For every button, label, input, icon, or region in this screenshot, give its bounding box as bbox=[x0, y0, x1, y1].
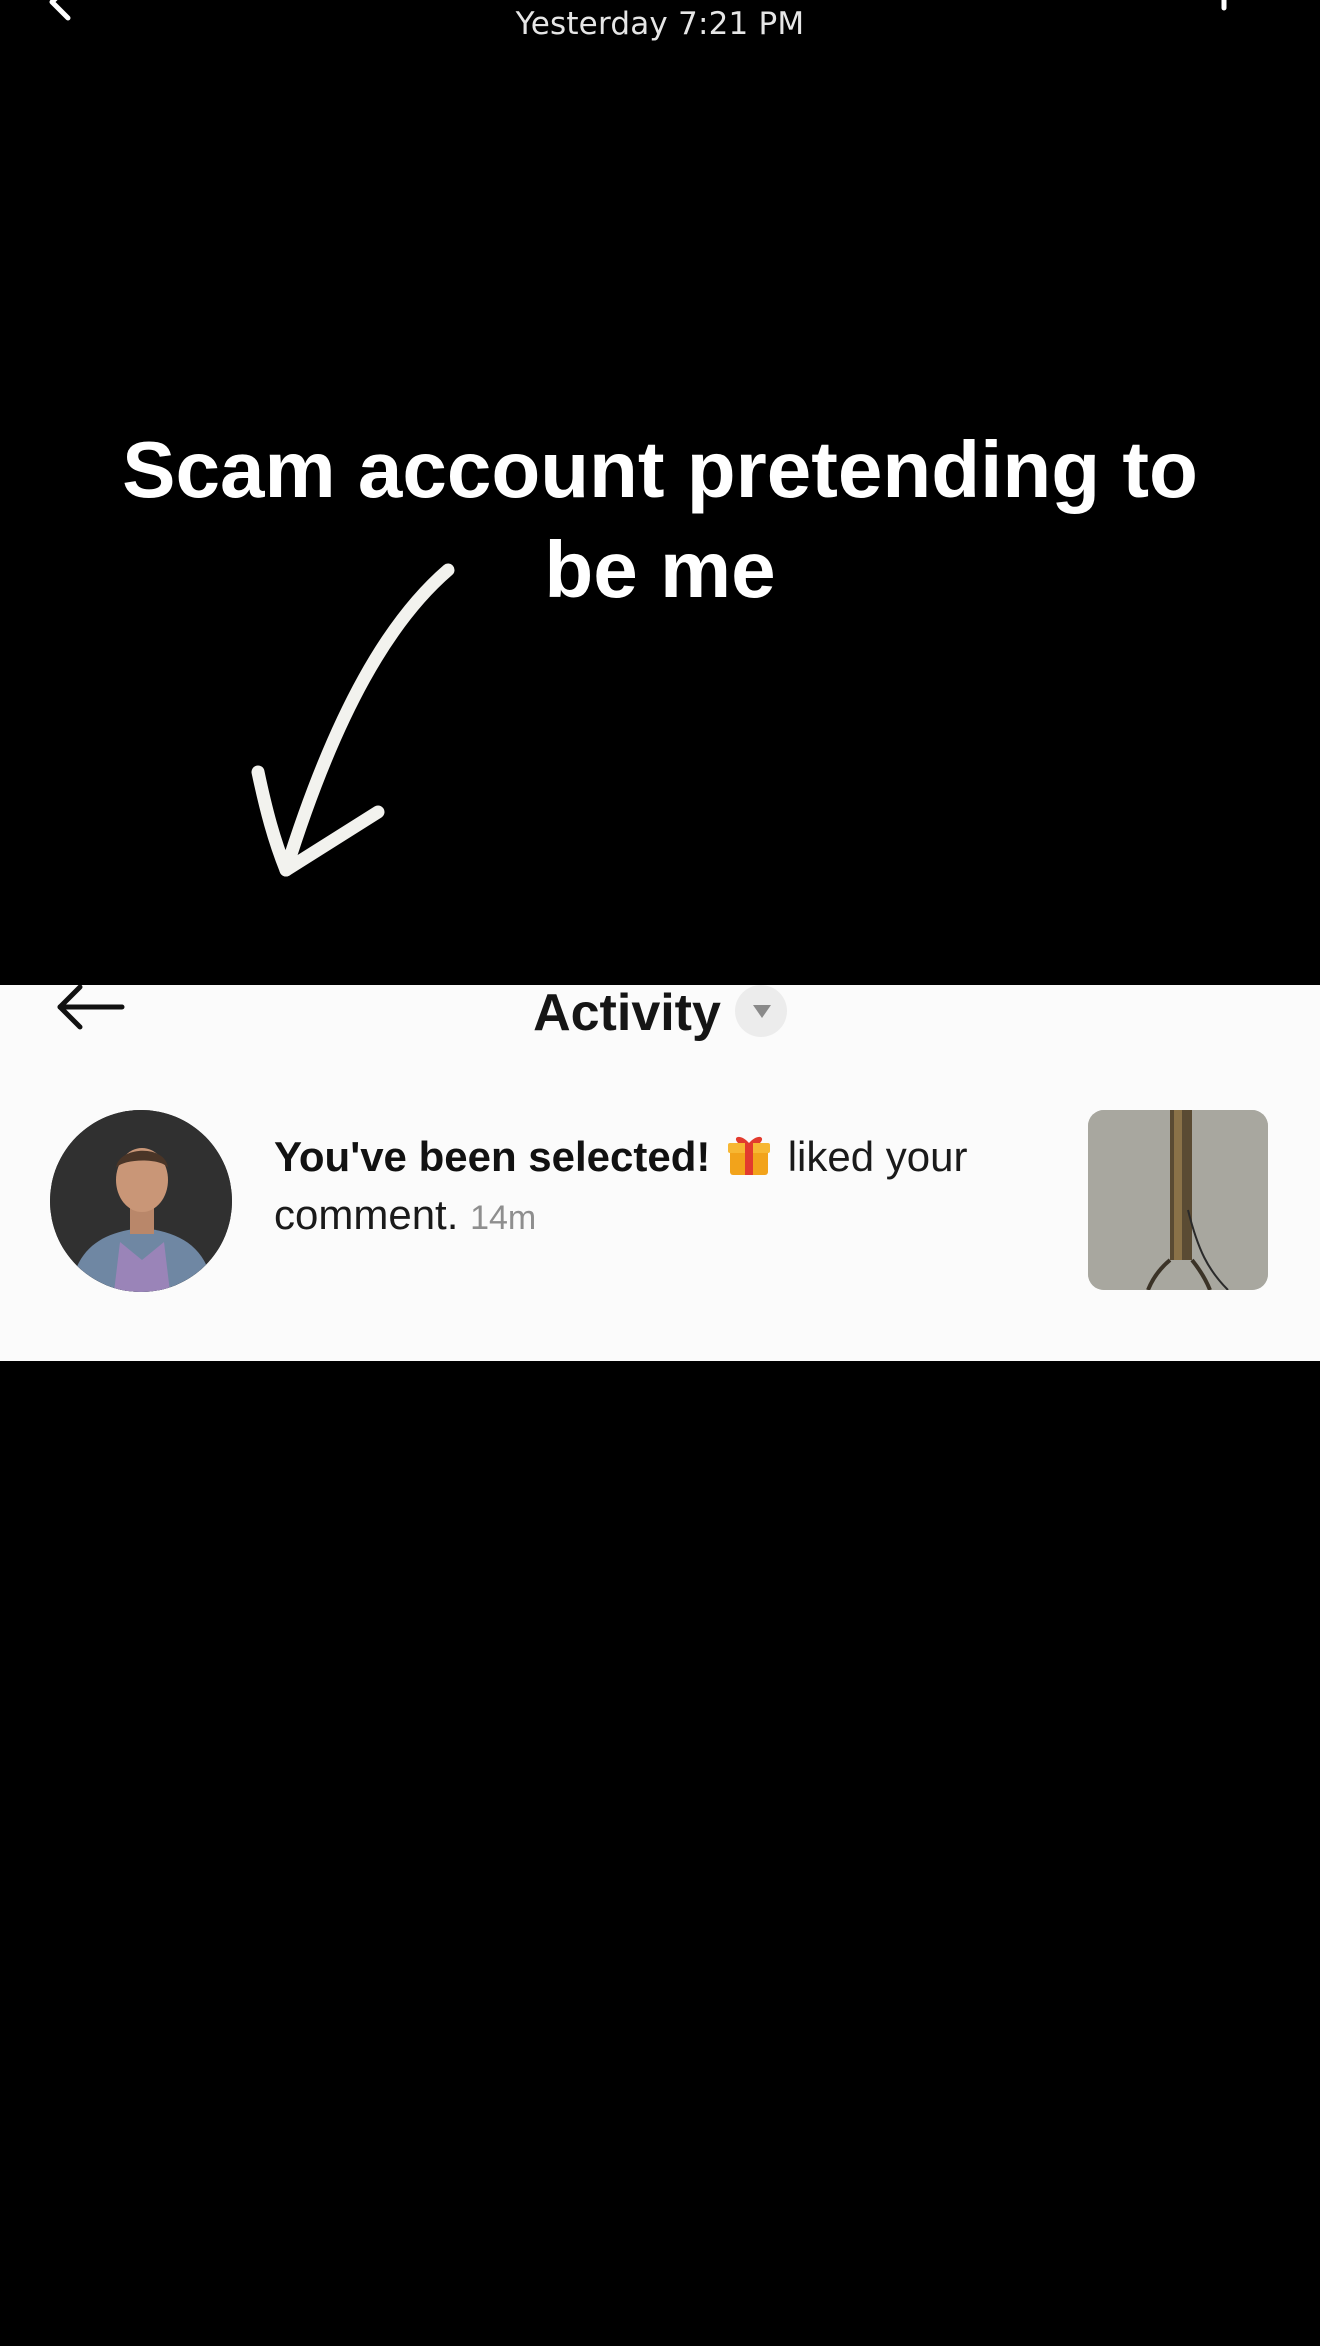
comment-icon bbox=[1221, 0, 1227, 11]
post-thumbnail-image bbox=[1088, 1110, 1268, 1290]
notification-text: You've been selected! liked your comment… bbox=[274, 1128, 1034, 1247]
activity-header: Activity bbox=[0, 983, 1320, 1043]
avatar-image bbox=[50, 1110, 232, 1292]
hand-drawn-arrow-icon bbox=[251, 563, 455, 877]
activity-title: Activity bbox=[533, 984, 721, 1042]
notification-item[interactable]: You've been selected! liked your comment… bbox=[0, 1110, 1320, 1294]
comment-button[interactable] bbox=[1210, 0, 1280, 26]
post-thumbnail[interactable] bbox=[1088, 1110, 1268, 1290]
notification-sender[interactable]: You've been selected! bbox=[274, 1133, 710, 1180]
caret-down-icon[interactable] bbox=[734, 985, 787, 1037]
notification-time: 14m bbox=[470, 1199, 537, 1237]
activity-screenshot: Activity You've been selected! liked you… bbox=[0, 983, 1320, 1361]
message-timestamp: Yesterday 7:21 PM bbox=[515, 6, 805, 42]
avatar[interactable] bbox=[50, 1110, 232, 1292]
gift-icon bbox=[728, 1136, 771, 1175]
